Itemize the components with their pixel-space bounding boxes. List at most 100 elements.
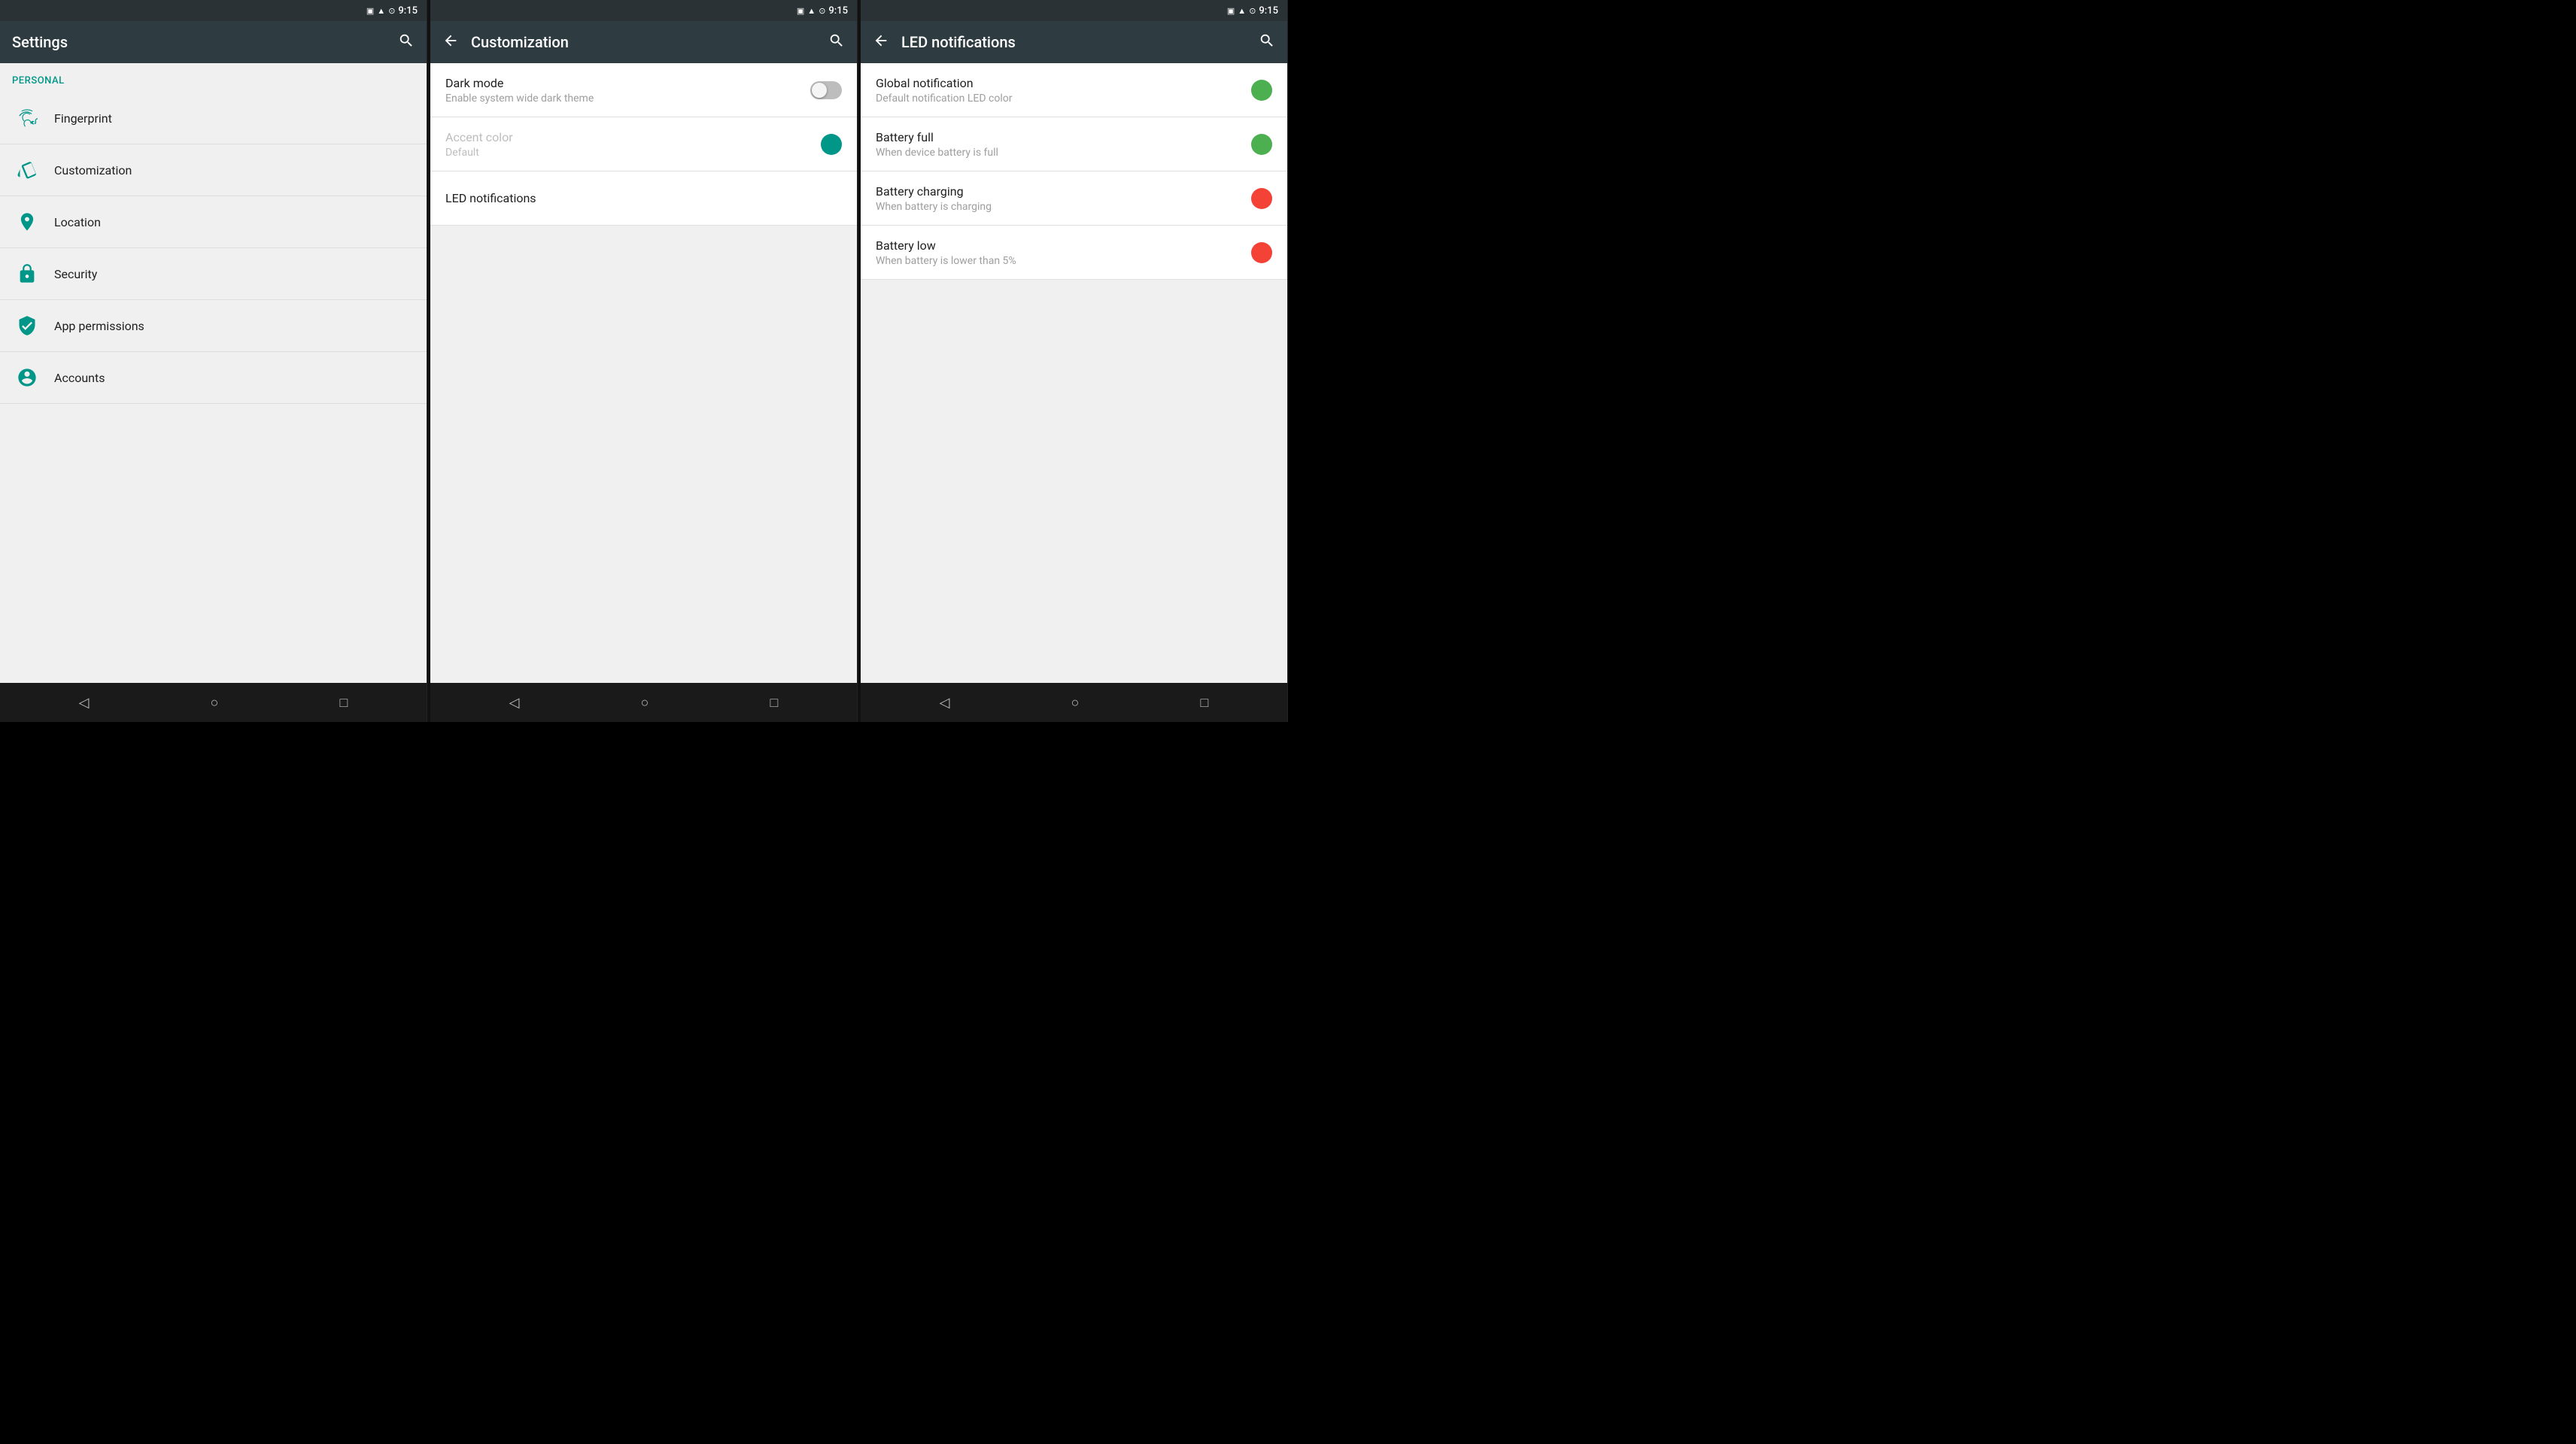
- led-item-battery-full[interactable]: Battery full When device battery is full: [861, 117, 1287, 171]
- battery-full-title: Battery full: [876, 130, 1251, 144]
- status-time-3: 9:15: [1259, 5, 1278, 17]
- location-label: Location: [54, 215, 101, 229]
- home-button-3[interactable]: ○: [1059, 689, 1092, 717]
- recents-button-3[interactable]: □: [1189, 689, 1221, 717]
- settings-item-location[interactable]: Location: [0, 196, 427, 248]
- battery-charging-subtitle: When battery is charging: [876, 201, 1251, 213]
- app-bar-2: Customization: [430, 21, 857, 63]
- status-icons-3: ▣ ▲ ⊙ 9:15: [1227, 5, 1278, 17]
- battery-charging-dot: [1251, 188, 1272, 209]
- signal-icon-2: ▲: [807, 6, 816, 16]
- app-permissions-text: App permissions: [54, 319, 144, 333]
- customization-label: Customization: [54, 163, 132, 177]
- dark-mode-toggle-thumb: [812, 83, 827, 98]
- battery-low-title: Battery low: [876, 238, 1251, 253]
- fingerprint-label: Fingerprint: [54, 111, 112, 126]
- location-icon: [12, 207, 42, 237]
- battery-icon-3: ⊙: [1249, 6, 1256, 16]
- led-notifications-text: LED notifications: [445, 191, 842, 205]
- settings-panel: ▣ ▲ ⊙ 9:15 Settings Personal Fingerprint: [0, 0, 427, 722]
- search-button-2[interactable]: [828, 32, 845, 53]
- settings-item-accounts[interactable]: Accounts: [0, 352, 427, 404]
- recents-button-1[interactable]: □: [328, 689, 360, 717]
- home-button-2[interactable]: ○: [629, 689, 661, 717]
- back-arrow-2[interactable]: [442, 32, 459, 53]
- global-notification-subtitle: Default notification LED color: [876, 93, 1251, 105]
- security-text: Security: [54, 267, 97, 281]
- app-bar-1: Settings: [0, 21, 427, 63]
- pref-accent-color[interactable]: Accent color Default: [430, 117, 857, 171]
- battery-charging-title: Battery charging: [876, 184, 1251, 199]
- settings-content: Personal Fingerprint Customization: [0, 63, 427, 683]
- battery-low-subtitle: When battery is lower than 5%: [876, 255, 1251, 267]
- global-notification-text: Global notification Default notification…: [876, 76, 1251, 105]
- status-time-2: 9:15: [828, 5, 848, 17]
- fingerprint-text: Fingerprint: [54, 111, 112, 126]
- led-item-battery-low[interactable]: Battery low When battery is lower than 5…: [861, 226, 1287, 280]
- section-personal: Personal: [0, 63, 427, 93]
- nav-bar-3: ◁ ○ □: [861, 683, 1287, 722]
- customization-icon: [12, 155, 42, 185]
- status-icons-1: ▣ ▲ ⊙ 9:15: [366, 5, 418, 17]
- status-bar-1: ▣ ▲ ⊙ 9:15: [0, 0, 427, 21]
- pref-dark-mode[interactable]: Dark mode Enable system wide dark theme: [430, 63, 857, 117]
- customization-panel: ▣ ▲ ⊙ 9:15 Customization Dark mode Enabl…: [430, 0, 858, 722]
- battery-charging-text: Battery charging When battery is chargin…: [876, 184, 1251, 213]
- pref-led-notifications[interactable]: LED notifications: [430, 171, 857, 226]
- settings-title: Settings: [12, 33, 389, 51]
- settings-item-security[interactable]: Security: [0, 248, 427, 300]
- vibrate-icon-3: ▣: [1227, 6, 1235, 16]
- battery-low-text: Battery low When battery is lower than 5…: [876, 238, 1251, 267]
- search-button-1[interactable]: [398, 32, 415, 53]
- accounts-icon: [12, 363, 42, 393]
- customization-text: Customization: [54, 163, 132, 177]
- status-time-1: 9:15: [398, 5, 418, 17]
- led-notifications-panel-title: LED notifications: [901, 33, 1250, 51]
- accent-color-text: Accent color Default: [445, 130, 821, 159]
- search-button-3[interactable]: [1259, 32, 1275, 53]
- status-bar-3: ▣ ▲ ⊙ 9:15: [861, 0, 1287, 21]
- app-bar-3: LED notifications: [861, 21, 1287, 63]
- vibrate-icon: ▣: [366, 6, 374, 16]
- fingerprint-icon: [12, 103, 42, 133]
- led-notifications-title: LED notifications: [445, 191, 842, 205]
- battery-full-text: Battery full When device battery is full: [876, 130, 1251, 159]
- battery-low-dot: [1251, 242, 1272, 263]
- status-bar-2: ▣ ▲ ⊙ 9:15: [430, 0, 857, 21]
- led-item-battery-charging[interactable]: Battery charging When battery is chargin…: [861, 171, 1287, 226]
- nav-bar-1: ◁ ○ □: [0, 683, 427, 722]
- accounts-text: Accounts: [54, 371, 105, 385]
- dark-mode-text: Dark mode Enable system wide dark theme: [445, 76, 810, 105]
- led-item-global[interactable]: Global notification Default notification…: [861, 63, 1287, 117]
- led-notifications-content: Global notification Default notification…: [861, 63, 1287, 683]
- accent-color-title: Accent color: [445, 130, 821, 144]
- back-button-1[interactable]: ◁: [67, 689, 102, 717]
- settings-item-app-permissions[interactable]: App permissions: [0, 300, 427, 352]
- led-notifications-panel: ▣ ▲ ⊙ 9:15 LED notifications Global noti…: [861, 0, 1288, 722]
- accent-color-dot: [821, 134, 842, 155]
- vibrate-icon-2: ▣: [797, 6, 804, 16]
- dark-mode-toggle[interactable]: [810, 81, 842, 99]
- battery-full-subtitle: When device battery is full: [876, 147, 1251, 159]
- recents-button-2[interactable]: □: [758, 689, 791, 717]
- status-icons-2: ▣ ▲ ⊙ 9:15: [797, 5, 848, 17]
- battery-icon-2: ⊙: [819, 6, 825, 16]
- settings-item-customization[interactable]: Customization: [0, 144, 427, 196]
- back-button-2[interactable]: ◁: [497, 689, 532, 717]
- security-icon: [12, 259, 42, 289]
- dark-mode-title: Dark mode: [445, 76, 810, 90]
- home-button-1[interactable]: ○: [199, 689, 231, 717]
- accounts-label: Accounts: [54, 371, 105, 385]
- back-arrow-3[interactable]: [873, 32, 889, 53]
- location-text: Location: [54, 215, 101, 229]
- signal-icon: ▲: [377, 6, 385, 16]
- battery-icon: ⊙: [388, 6, 395, 16]
- global-notification-dot: [1251, 80, 1272, 101]
- dark-mode-subtitle: Enable system wide dark theme: [445, 93, 810, 105]
- signal-icon-3: ▲: [1238, 6, 1246, 16]
- customization-content: Dark mode Enable system wide dark theme …: [430, 63, 857, 683]
- customization-panel-title: Customization: [471, 33, 819, 51]
- app-permissions-label: App permissions: [54, 319, 144, 333]
- back-button-3[interactable]: ◁: [928, 689, 962, 717]
- settings-item-fingerprint[interactable]: Fingerprint: [0, 93, 427, 144]
